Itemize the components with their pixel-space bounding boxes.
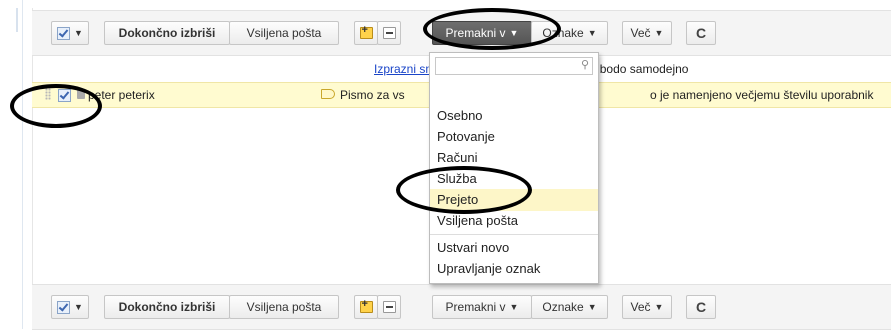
left-border-line: [22, 0, 23, 329]
more-label: Več: [630, 26, 651, 40]
caret-down-icon: ▼: [587, 302, 597, 312]
caret-down-icon: ▼: [509, 28, 519, 38]
menu-item-potovanje[interactable]: Potovanje: [430, 126, 598, 148]
labels-label: Oznake: [542, 300, 584, 314]
refresh-icon: C: [695, 299, 707, 315]
spam-button[interactable]: Vsiljena pošta: [229, 295, 339, 319]
label-tag-icon: [321, 89, 335, 99]
move-to-button[interactable]: Premakni v ▼: [432, 295, 532, 319]
label-search-input[interactable]: ⚲: [435, 57, 593, 75]
menu-item-create-new[interactable]: Ustvari novo: [430, 237, 598, 259]
message-checkbox[interactable]: [58, 89, 71, 102]
caret-down-icon: ▼: [74, 302, 83, 312]
mark-unimportant-button[interactable]: [377, 295, 401, 319]
caret-down-icon: ▼: [587, 28, 597, 38]
mark-unimportant-button[interactable]: [377, 21, 401, 45]
labels-button[interactable]: Oznake ▼: [531, 295, 608, 319]
delete-forever-button[interactable]: Dokončno izbriši: [104, 295, 230, 319]
caret-down-icon: ▼: [654, 28, 664, 38]
refresh-icon: C: [695, 25, 707, 41]
top-toolbar: ▼ Dokončno izbriši Vsiljena pošta Premak…: [32, 10, 891, 56]
menu-item-manage-labels[interactable]: Upravljanje oznak: [430, 258, 598, 280]
move-to-button[interactable]: Premakni v ▼: [432, 21, 532, 45]
more-label: Več: [630, 300, 651, 314]
mark-important-button[interactable]: [354, 295, 378, 319]
menu-item-vsiljena-posta[interactable]: Vsiljena pošta: [430, 210, 598, 232]
menu-item-sluzba[interactable]: Služba: [430, 168, 598, 190]
important-plus-icon: [359, 24, 373, 39]
labels-label: Oznake: [542, 26, 584, 40]
move-to-menu: ⚲ Osebno Potovanje Računi Služba Prejeto…: [429, 52, 599, 284]
caret-down-icon: ▼: [74, 28, 83, 38]
search-icon: ⚲: [580, 59, 589, 71]
mark-important-button[interactable]: [354, 21, 378, 45]
menu-item-racuni[interactable]: Računi: [430, 147, 598, 169]
labels-button[interactable]: Oznake ▼: [531, 21, 608, 45]
move-to-label: Premakni v: [445, 300, 506, 314]
select-all-button[interactable]: ▼: [51, 21, 89, 45]
more-button[interactable]: Več ▼: [622, 21, 672, 45]
minus-icon: [382, 301, 396, 313]
minus-icon: [382, 27, 396, 39]
left-accent-line: [16, 8, 18, 32]
caret-down-icon: ▼: [509, 302, 519, 312]
menu-item-prejeto[interactable]: Prejeto: [430, 189, 598, 211]
menu-separator: [430, 234, 598, 235]
message-snippet: o je namenjeno večjemu številu uporabnik: [650, 88, 874, 102]
refresh-button[interactable]: C: [686, 295, 716, 319]
delete-forever-button[interactable]: Dokončno izbriši: [104, 21, 230, 45]
more-button[interactable]: Več ▼: [622, 295, 672, 319]
spam-button[interactable]: Vsiljena pošta: [229, 21, 339, 45]
trash-icon: [77, 89, 85, 99]
refresh-button[interactable]: C: [686, 21, 716, 45]
empty-spam-link[interactable]: Izprazni sm: [374, 62, 435, 76]
move-to-label: Premakni v: [445, 26, 506, 40]
drag-handle-icon[interactable]: [45, 88, 51, 100]
message-sender: peter peterix: [88, 88, 155, 102]
message-subject: Pismo za vs: [340, 88, 405, 102]
bottom-toolbar: ▼ Dokončno izbriši Vsiljena pošta Premak…: [32, 284, 891, 330]
select-all-button[interactable]: ▼: [51, 295, 89, 319]
caret-down-icon: ▼: [654, 302, 664, 312]
important-plus-icon: [359, 298, 373, 313]
checkbox-icon: [57, 26, 71, 40]
menu-item-osebno[interactable]: Osebno: [430, 105, 598, 127]
checkbox-icon: [57, 300, 71, 314]
